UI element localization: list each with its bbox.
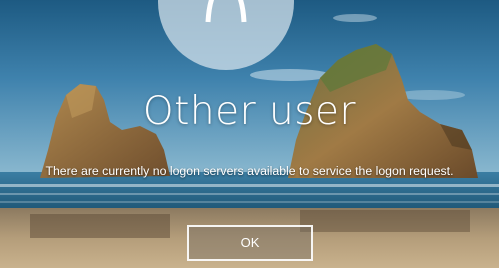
user-name-label: Other user xyxy=(142,89,357,134)
ok-button[interactable]: OK xyxy=(187,225,313,261)
error-message: There are currently no logon servers ava… xyxy=(45,164,454,178)
user-silhouette-icon xyxy=(205,0,247,23)
user-avatar xyxy=(158,0,294,70)
lock-screen: Other user There are currently no logon … xyxy=(0,0,499,268)
